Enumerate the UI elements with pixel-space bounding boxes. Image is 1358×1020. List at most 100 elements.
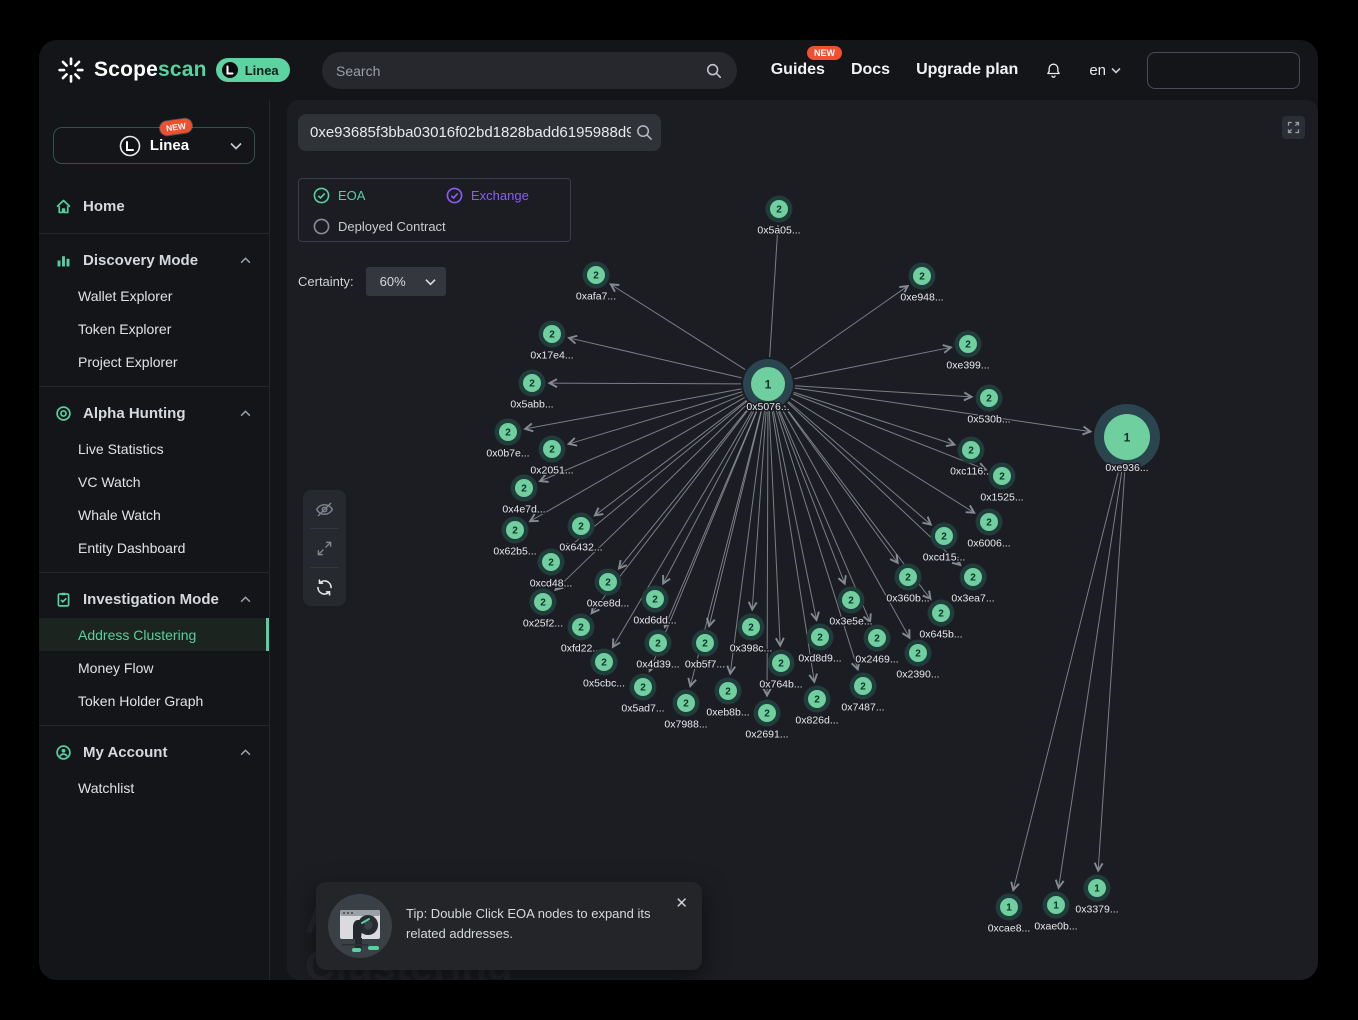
nav-upgrade-plan[interactable]: Upgrade plan	[916, 61, 1018, 79]
graph-node[interactable]: 10xe936...	[1094, 404, 1160, 474]
graph-edge	[611, 284, 745, 369]
sidebar-item-wallet-explorer[interactable]: Wallet Explorer	[39, 279, 269, 312]
sidebar-item-watchlist[interactable]: Watchlist	[39, 771, 269, 804]
node-count: 2	[655, 639, 661, 650]
graph-node[interactable]: 20xcd15...	[923, 523, 966, 564]
sidebar-item-vc-watch[interactable]: VC Watch	[39, 465, 269, 498]
graph-node[interactable]: 20xd6dd...	[633, 586, 676, 627]
hide-labels-button[interactable]	[303, 490, 346, 528]
graph-node[interactable]: 20x826d...	[795, 686, 838, 727]
node-address-label: 0xb5f7...	[685, 659, 725, 671]
node-address-label: 0x4d39...	[636, 659, 679, 671]
graph-node[interactable]: 20xe399...	[946, 331, 989, 372]
graph-node[interactable]: 20xafa7...	[576, 262, 616, 303]
divider	[39, 725, 269, 726]
graph-node[interactable]: 20x17e4...	[530, 321, 573, 362]
sidebar-item-address-clustering[interactable]: Address Clustering	[39, 618, 269, 651]
graph-node[interactable]: 10xae0b...	[1034, 892, 1077, 933]
graph-node[interactable]: 20x25f2...	[523, 589, 563, 630]
linea-icon	[119, 135, 141, 157]
filter-eoa[interactable]: EOA	[313, 187, 365, 204]
node-address-label: 0x2051...	[530, 465, 573, 477]
guides-new-badge: NEW	[807, 46, 842, 60]
sidebar-item-money-flow[interactable]: Money Flow	[39, 651, 269, 684]
search-input[interactable]	[336, 63, 705, 79]
graph-node[interactable]: 20x3e5e...	[829, 587, 872, 628]
global-search	[322, 52, 737, 89]
header-action-button[interactable]	[1147, 52, 1300, 89]
refresh-icon	[314, 577, 335, 598]
graph-node[interactable]: 20x645b...	[919, 600, 962, 641]
node-count: 2	[640, 683, 646, 694]
graph-node[interactable]: 10x3379...	[1075, 875, 1118, 916]
sidebar-section-my-account[interactable]: My Account	[39, 734, 269, 771]
filter-deployed-contract[interactable]: Deployed Contract	[313, 218, 446, 235]
notification-bell-icon[interactable]	[1044, 61, 1063, 80]
graph-node[interactable]: 20x4e7d...	[502, 475, 545, 516]
graph-node[interactable]: 20x398c...	[730, 614, 773, 655]
node-count: 1	[1094, 884, 1100, 895]
graph-nodes: 10x5076... 10xe936... 20x5a05... 20xafa7...…	[486, 196, 1160, 935]
sidebar-section-discovery-mode[interactable]: Discovery Mode	[39, 242, 269, 279]
node-address-label: 0x5ad7...	[621, 703, 664, 715]
fullscreen-button[interactable]	[1282, 116, 1305, 139]
sidebar-section-alpha-hunting[interactable]: Alpha Hunting	[39, 395, 269, 432]
graph-node[interactable]: 10x5076...	[743, 359, 793, 413]
graph-node[interactable]: 20xeb8b...	[706, 678, 749, 719]
graph-node[interactable]: 20x7988...	[664, 690, 707, 731]
node-count: 2	[915, 649, 921, 660]
graph-node[interactable]: 20xe948...	[900, 263, 943, 304]
node-count: 2	[905, 573, 911, 584]
node-address-label: 0xeb8b...	[706, 707, 749, 719]
graph-node[interactable]: 20x62b5...	[493, 517, 536, 558]
graph-node[interactable]: 20x2691...	[745, 700, 788, 741]
graph-node[interactable]: 20x6006...	[967, 509, 1010, 550]
sidebar-item-token-explorer[interactable]: Token Explorer	[39, 312, 269, 345]
graph-node[interactable]: 20xb5f7...	[685, 630, 725, 671]
node-address-label: 0xd6dd...	[633, 615, 676, 627]
graph-node[interactable]: 20xc116...	[950, 437, 992, 478]
graph-node[interactable]: 20x2051...	[530, 436, 573, 477]
graph-node[interactable]: 20x360b...	[886, 564, 929, 605]
filter-exchange[interactable]: Exchange	[446, 187, 529, 204]
sidebar-item-token-holder-graph[interactable]: Token Holder Graph	[39, 684, 269, 717]
graph-toolbar	[303, 490, 346, 606]
sidebar-item-project-explorer[interactable]: Project Explorer	[39, 345, 269, 378]
graph-node[interactable]: 20x5abb...	[510, 370, 553, 411]
refresh-button[interactable]	[303, 568, 346, 606]
graph-edge	[556, 403, 749, 590]
search-icon[interactable]	[635, 123, 654, 142]
graph-node[interactable]: 20xce8d...	[587, 569, 630, 610]
language-selector[interactable]: en	[1089, 62, 1121, 79]
graph-node[interactable]: 20xfd22...	[561, 614, 601, 655]
logo[interactable]: Scopescan Linea	[57, 56, 290, 84]
close-icon[interactable]: ✕	[671, 890, 692, 916]
graph-canvas-panel: 10x5076... 10xe936... 20x5a05... 20xafa7...…	[287, 100, 1318, 980]
graph-node[interactable]: 20xd8d9...	[798, 624, 841, 665]
graph-node[interactable]: 20x530b...	[967, 385, 1010, 426]
graph-node[interactable]: 20x2390...	[896, 640, 939, 681]
graph-node[interactable]: 20x764b...	[759, 650, 802, 691]
certainty-select[interactable]: 60%	[366, 267, 446, 296]
graph-node[interactable]: 10xcae8...	[988, 894, 1031, 935]
graph-node[interactable]: 2 0x5ad7...	[621, 674, 664, 715]
graph-node[interactable]: 20x0b7e...	[486, 419, 529, 460]
node-address-label: 0x2469...	[855, 654, 898, 666]
nav-docs[interactable]: Docs	[851, 61, 890, 79]
sidebar-item-whale-watch[interactable]: Whale Watch	[39, 498, 269, 531]
graph-node[interactable]: 2 0x4d39...	[636, 630, 679, 671]
graph-node[interactable]: 20x6432...	[559, 513, 602, 554]
sidebar-item-home[interactable]: Home	[39, 188, 269, 225]
nav-guides[interactable]: GuidesNEW	[771, 61, 825, 79]
graph-node[interactable]: 20x5cbc...	[583, 649, 625, 690]
network-selector[interactable]: Linea NEW	[53, 127, 255, 164]
sidebar-section-investigation-mode[interactable]: Investigation Mode	[39, 581, 269, 618]
sidebar-item-entity-dashboard[interactable]: Entity Dashboard	[39, 531, 269, 564]
graph-node[interactable]: 20x5a05...	[757, 196, 800, 237]
address-input[interactable]	[310, 124, 631, 141]
sidebar-item-live-statistics[interactable]: Live Statistics	[39, 432, 269, 465]
fit-view-button[interactable]	[303, 529, 346, 567]
graph-node[interactable]: 20x2469...	[855, 625, 898, 666]
graph-node[interactable]: 20x7487...	[841, 673, 884, 714]
graph-node[interactable]: 20x3ea7...	[951, 564, 994, 605]
